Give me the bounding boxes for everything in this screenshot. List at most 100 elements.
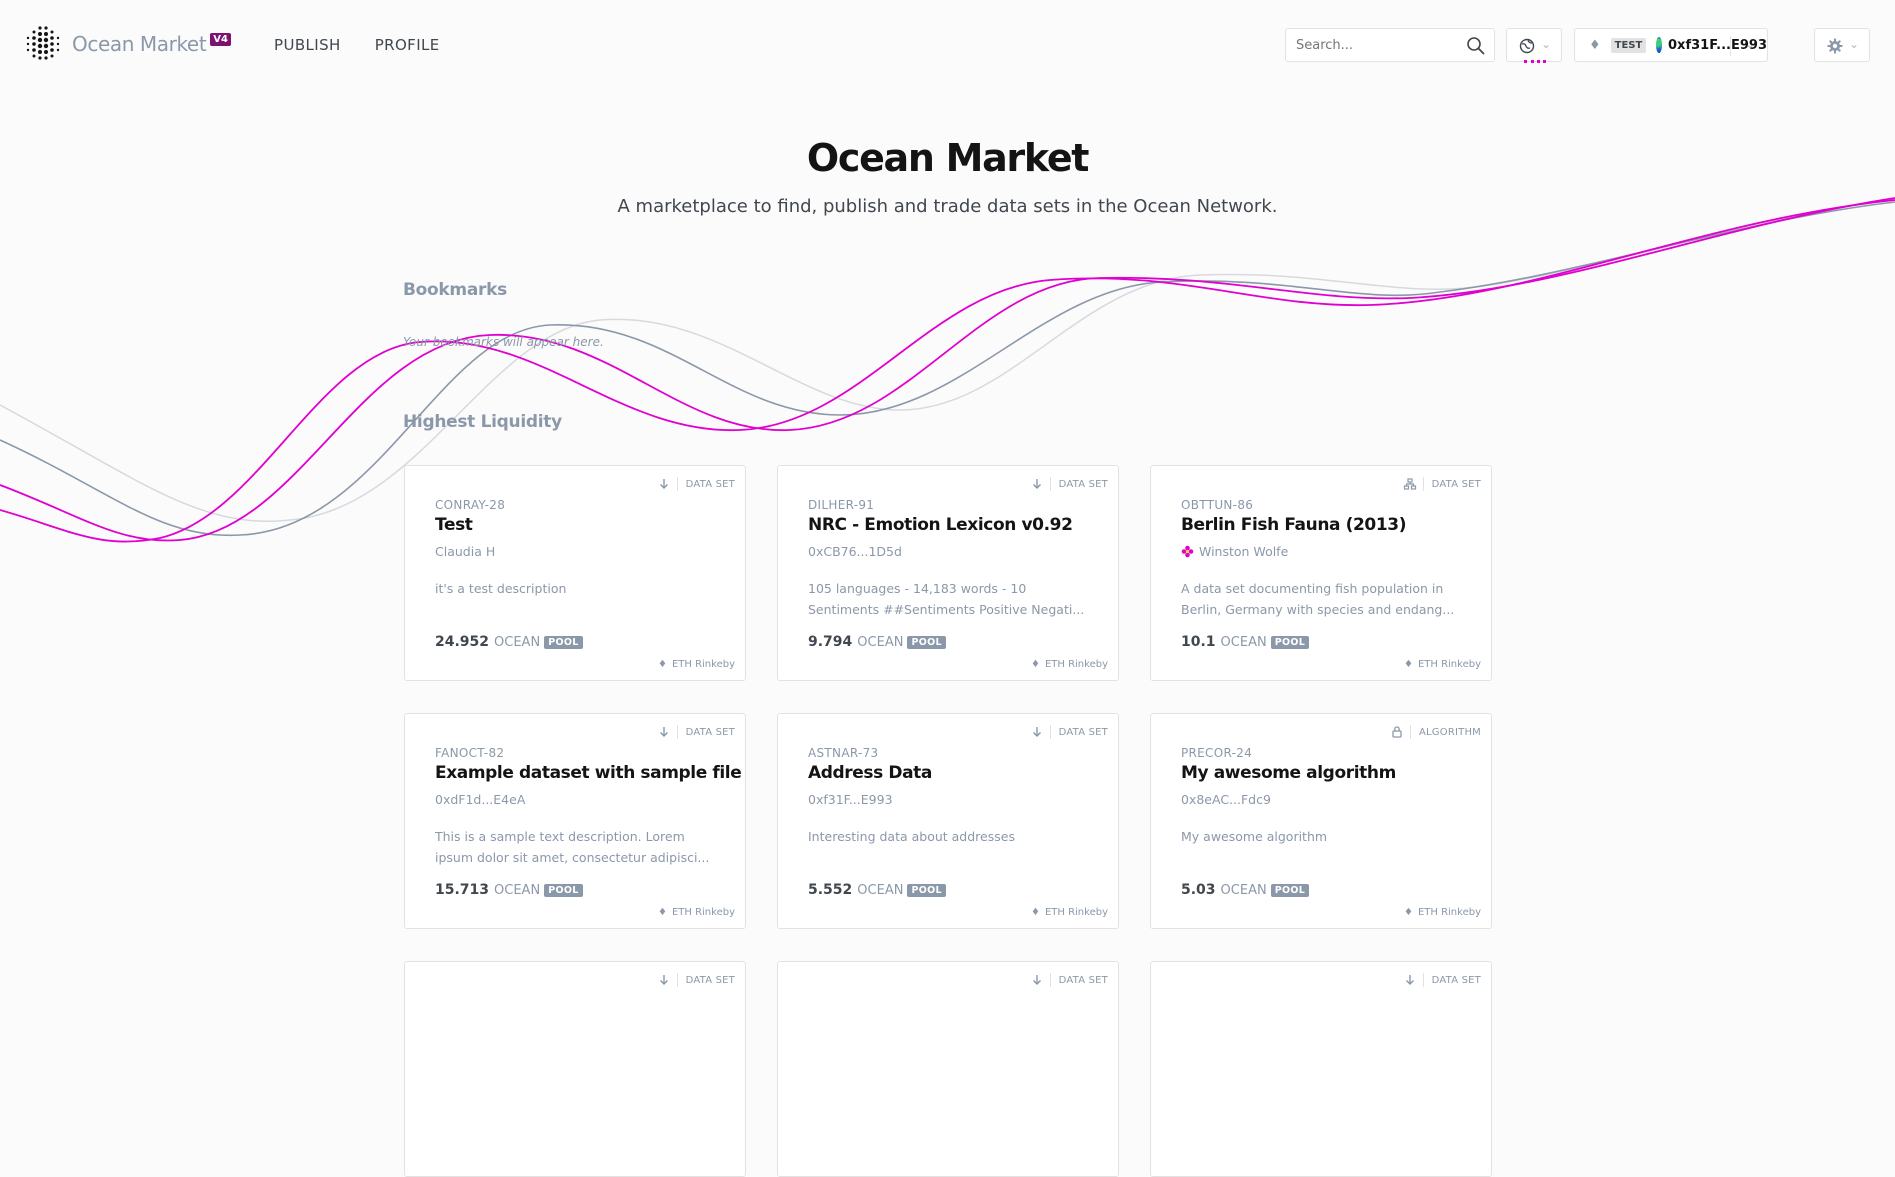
version-badge: V4	[210, 32, 231, 46]
asset-network: ♦ ETH Rinkeby	[1030, 659, 1108, 670]
asset-network: ♦ ETH Rinkeby	[657, 907, 735, 918]
download-icon	[1405, 975, 1414, 985]
ethereum-icon: ♦	[1403, 659, 1413, 670]
network-globe-icon	[1519, 38, 1535, 54]
brand-name: Ocean Market	[72, 32, 207, 56]
asset-symbol: DILHER-91	[808, 498, 875, 512]
bookmarks-empty-text: Your bookmarks will appear here.	[403, 335, 604, 349]
asset-type: DATA SET	[1030, 725, 1108, 739]
brand-logo[interactable]: Ocean Market V4	[24, 24, 231, 64]
asset-owner[interactable]: 0x8eAC...Fdc9	[1181, 792, 1271, 807]
download-icon	[659, 975, 668, 985]
asset-symbol: CONRAY-28	[435, 498, 506, 512]
asset-symbol: ASTNAR-73	[808, 746, 879, 760]
asset-description: 105 languages - 14,183 words - 10 Sentim…	[808, 581, 1085, 617]
asset-type: DATA SET	[1030, 477, 1108, 491]
gear-icon	[1827, 38, 1843, 54]
asset-card[interactable]: DATA SET FANOCT-82 Example dataset with …	[404, 713, 746, 929]
asset-card[interactable]: DATA SET OBTTUN-86 Berlin Fish Fauna (20…	[1150, 465, 1492, 681]
asset-owner[interactable]: Claudia H	[435, 544, 495, 559]
asset-price: 5.03 OCEAN POOL	[1181, 882, 1310, 898]
lock-icon	[1392, 726, 1402, 738]
asset-owner[interactable]: 0xf31F...E993	[808, 792, 893, 807]
settings-button[interactable]: ⌄	[1814, 28, 1870, 62]
asset-name[interactable]: Test	[435, 515, 473, 535]
asset-card[interactable]: DATA SET DILHER-91 NRC - Emotion Lexicon…	[777, 465, 1119, 681]
asset-price: 24.952 OCEAN POOL	[435, 634, 583, 650]
asset-network: ♦ ETH Rinkeby	[1403, 907, 1481, 918]
asset-type: DATA SET	[657, 973, 735, 987]
asset-network: ♦ ETH Rinkeby	[1030, 907, 1108, 918]
bookmarks-title: Bookmarks	[403, 280, 507, 300]
ethereum-icon: ♦	[1030, 907, 1040, 918]
download-icon	[659, 727, 668, 737]
search-input[interactable]	[1294, 37, 1458, 54]
asset-card[interactable]: ALGORITHM PRECOR-24 My awesome algorithm…	[1150, 713, 1492, 929]
asset-card[interactable]: DATA SET ASTNAR-73 Address Data 0xf31F..…	[777, 713, 1119, 929]
download-icon	[1032, 975, 1041, 985]
main-nav: PUBLISH PROFILE	[274, 36, 440, 54]
asset-name[interactable]: Berlin Fish Fauna (2013)	[1181, 515, 1406, 535]
network-selector-button[interactable]: ⌄	[1506, 28, 1562, 63]
asset-card[interactable]: DATA SET CONRAY-28 Test Claudia H it's a…	[404, 465, 746, 681]
asset-type: DATA SET	[1403, 477, 1481, 491]
pool-badge: POOL	[544, 883, 583, 897]
asset-owner[interactable]: 0xCB76...1D5d	[808, 544, 902, 559]
asset-price: 9.794 OCEAN POOL	[808, 634, 946, 650]
search-box	[1285, 28, 1495, 62]
network-indicator-dots	[1524, 60, 1546, 66]
asset-owner[interactable]: 0xdF1d...E4eA	[435, 792, 525, 807]
asset-name[interactable]: My awesome algorithm	[1181, 763, 1396, 783]
search-icon[interactable]	[1466, 36, 1486, 56]
ocean-logo-icon	[26, 26, 60, 60]
wallet-avatar	[1656, 37, 1663, 53]
owner-avatar-icon	[1181, 545, 1194, 558]
page-title: Ocean Market	[806, 136, 1090, 180]
asset-symbol: OBTTUN-86	[1181, 498, 1254, 512]
asset-card[interactable]: DATA SET	[777, 961, 1119, 1177]
asset-type: DATA SET	[1403, 973, 1481, 987]
asset-type: DATA SET	[657, 725, 735, 739]
ethereum-icon: ♦	[657, 907, 667, 918]
nav-publish[interactable]: PUBLISH	[274, 36, 341, 54]
pool-badge: POOL	[907, 883, 946, 897]
wallet-divider	[1730, 36, 1731, 56]
asset-type: DATA SET	[657, 477, 735, 491]
download-icon	[659, 479, 668, 489]
ethereum-icon: ♦	[1589, 37, 1601, 53]
ethereum-icon: ♦	[657, 659, 667, 670]
asset-symbol: FANOCT-82	[435, 746, 505, 760]
ethereum-icon: ♦	[1030, 659, 1040, 670]
asset-card[interactable]: DATA SET	[1150, 961, 1492, 1177]
asset-description: it's a test description	[435, 581, 567, 596]
asset-price: 15.713 OCEAN POOL	[435, 882, 583, 898]
compute-icon	[1403, 478, 1416, 490]
asset-type: ALGORITHM	[1390, 725, 1481, 739]
download-icon	[1032, 727, 1041, 737]
asset-description: Interesting data about addresses	[808, 829, 1015, 844]
pool-badge: POOL	[1270, 635, 1310, 649]
header: Ocean Market V4 PUBLISH PROFILE ⌄ ♦ TEST…	[0, 0, 1895, 90]
asset-symbol: PRECOR-24	[1181, 746, 1253, 760]
asset-network: ♦ ETH Rinkeby	[657, 659, 735, 670]
asset-name[interactable]: NRC - Emotion Lexicon v0.92	[808, 515, 1073, 535]
chevron-down-icon[interactable]: ⌄	[1745, 37, 1755, 51]
asset-price: 10.1 OCEAN POOL	[1181, 634, 1310, 650]
asset-description: A data set documenting fish population i…	[1181, 581, 1455, 617]
asset-type: DATA SET	[1030, 973, 1108, 987]
asset-description: This is a sample text description. Lorem…	[435, 829, 710, 865]
download-icon	[1032, 479, 1041, 489]
nav-profile[interactable]: PROFILE	[375, 36, 440, 54]
network-badge: TEST	[1610, 37, 1647, 53]
asset-card[interactable]: DATA SET	[404, 961, 746, 1177]
asset-name[interactable]: Address Data	[808, 763, 932, 783]
ethereum-icon: ♦	[1403, 907, 1413, 918]
asset-price: 5.552 OCEAN POOL	[808, 882, 946, 898]
pool-badge: POOL	[544, 635, 583, 649]
asset-name[interactable]: Example dataset with sample file	[435, 763, 742, 783]
pool-badge: POOL	[907, 635, 946, 649]
asset-owner[interactable]: Winston Wolfe	[1181, 544, 1288, 559]
chevron-down-icon: ⌄	[1540, 37, 1551, 51]
wallet-button[interactable]: ♦ TEST 0xf31F...E993 ⌄	[1574, 28, 1768, 62]
asset-description: My awesome algorithm	[1181, 829, 1328, 844]
